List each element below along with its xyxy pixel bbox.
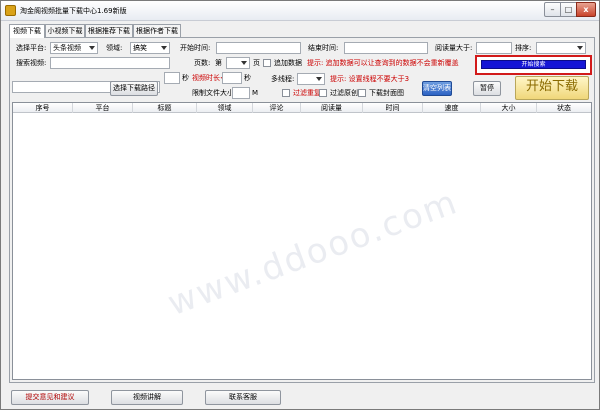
col-category[interactable]: 领域 <box>197 103 253 113</box>
start-download-button[interactable]: 开始下载 <box>515 76 589 100</box>
search-input[interactable] <box>50 57 170 69</box>
category-select-value: 搞笑 <box>133 44 147 52</box>
search-progress-box: 开始搜索 <box>475 55 592 75</box>
threads-label: 多线程: <box>271 75 295 83</box>
col-title[interactable]: 标题 <box>133 103 197 113</box>
sort-label: 排序: <box>515 44 532 52</box>
original-label: 过滤原创 <box>330 89 358 97</box>
table-header: 序号 平台 标题 领域 评论 阅读量 时间 速度 大小 状态 <box>13 103 591 113</box>
chevron-down-icon <box>577 46 583 50</box>
tab-short-video-download[interactable]: 小视频下载 <box>45 24 85 37</box>
duration-suffix: 秒 <box>244 74 251 82</box>
platform-select-value: 头条视频 <box>53 44 81 52</box>
col-index[interactable]: 序号 <box>13 103 73 113</box>
dedupe-checkbox[interactable] <box>282 89 290 97</box>
tab-video-download[interactable]: 视频下载 <box>9 24 45 38</box>
page-suffix: 页 <box>253 59 260 67</box>
views-gt-input[interactable] <box>476 42 512 54</box>
clear-list-button[interactable]: 清空列表 <box>422 81 452 96</box>
threads-hint: 提示: 设置线程不要大于3 <box>330 75 410 83</box>
main-panel: 选择平台: 头条视频 领域: 搞笑 开始时间: 结束时间: 阅读量大于: 排序:… <box>9 37 595 383</box>
append-data-checkbox[interactable] <box>263 59 271 67</box>
window-title: 淘金阁视频批量下载中心1.69新版 <box>20 7 127 15</box>
duration-max-input[interactable] <box>222 72 242 84</box>
search-label: 搜索视频: <box>16 59 47 67</box>
size-limit-label: 限制文件大小: <box>192 89 237 97</box>
feedback-button[interactable]: 提交意见和建议 <box>11 390 89 405</box>
search-progress-bar[interactable]: 开始搜索 <box>481 60 586 69</box>
col-comments[interactable]: 评论 <box>253 103 301 113</box>
append-data-label: 追加数据 <box>274 59 302 67</box>
col-time[interactable]: 时间 <box>363 103 423 113</box>
chevron-down-icon <box>316 77 322 81</box>
chevron-down-icon <box>89 46 95 50</box>
col-size[interactable]: 大小 <box>481 103 537 113</box>
tutorial-button[interactable]: 视频讲解 <box>111 390 183 405</box>
size-limit-input[interactable] <box>232 87 250 99</box>
size-unit: M <box>252 89 259 97</box>
platform-select[interactable]: 头条视频 <box>50 42 98 54</box>
dedupe-label: 过滤重复 <box>293 89 321 97</box>
end-time-label: 结束时间: <box>308 44 339 52</box>
title-bar: 淘金阁视频批量下载中心1.69新版 – □ x <box>1 1 599 21</box>
sort-select[interactable] <box>536 42 586 54</box>
tab-recommend-download[interactable]: 根据推荐下载 <box>85 24 133 37</box>
page-select[interactable] <box>226 57 250 69</box>
original-checkbox[interactable] <box>319 89 327 97</box>
maximize-button[interactable]: □ <box>560 2 577 17</box>
footer-bar: 提交意见和建议 视频讲解 联系客服 <box>1 387 599 409</box>
close-button[interactable]: x <box>576 2 596 17</box>
cover-label: 下载封面图 <box>369 89 404 97</box>
app-logo-icon <box>5 5 16 16</box>
col-speed[interactable]: 速度 <box>423 103 481 113</box>
search-progress-label: 开始搜索 <box>521 61 546 68</box>
pause-button[interactable]: 暂停 <box>473 81 501 96</box>
col-views[interactable]: 阅读量 <box>301 103 363 113</box>
col-status[interactable]: 状态 <box>537 103 591 113</box>
page-prefix: 第 <box>215 59 222 67</box>
tab-author-download[interactable]: 根据作者下载 <box>133 24 181 37</box>
col-platform[interactable]: 平台 <box>73 103 133 113</box>
chevron-down-icon <box>241 61 247 65</box>
watermark: www.ddooo.com <box>162 181 464 325</box>
pages-label: 页数: <box>194 59 211 67</box>
views-gt-label: 阅读量大于: <box>435 44 473 52</box>
duration-min-input[interactable] <box>164 72 180 84</box>
choose-path-button[interactable]: 选择下载路径 <box>110 81 158 96</box>
threads-select[interactable] <box>297 73 325 85</box>
start-time-label: 开始时间: <box>180 44 211 52</box>
cover-checkbox[interactable] <box>358 89 366 97</box>
platform-label: 选择平台: <box>16 44 47 52</box>
support-button[interactable]: 联系客服 <box>205 390 281 405</box>
category-select[interactable]: 搞笑 <box>130 42 170 54</box>
chevron-down-icon <box>161 46 167 50</box>
duration-label: 视频时长< <box>192 74 226 82</box>
append-hint: 提示: 追加数据可以让查询到的数据不会重新覆盖 <box>307 59 459 67</box>
results-table: 序号 平台 标题 领域 评论 阅读量 时间 速度 大小 状态 www.ddooo… <box>12 102 592 380</box>
category-label: 领域: <box>106 44 123 52</box>
minimize-button[interactable]: – <box>544 2 561 17</box>
start-time-input[interactable] <box>216 42 301 54</box>
app-window: 淘金阁视频批量下载中心1.69新版 – □ x 视频下载 小视频下载 根据推荐下… <box>0 0 600 410</box>
end-time-input[interactable] <box>344 42 428 54</box>
seconds-label: 秒 <box>182 74 189 82</box>
